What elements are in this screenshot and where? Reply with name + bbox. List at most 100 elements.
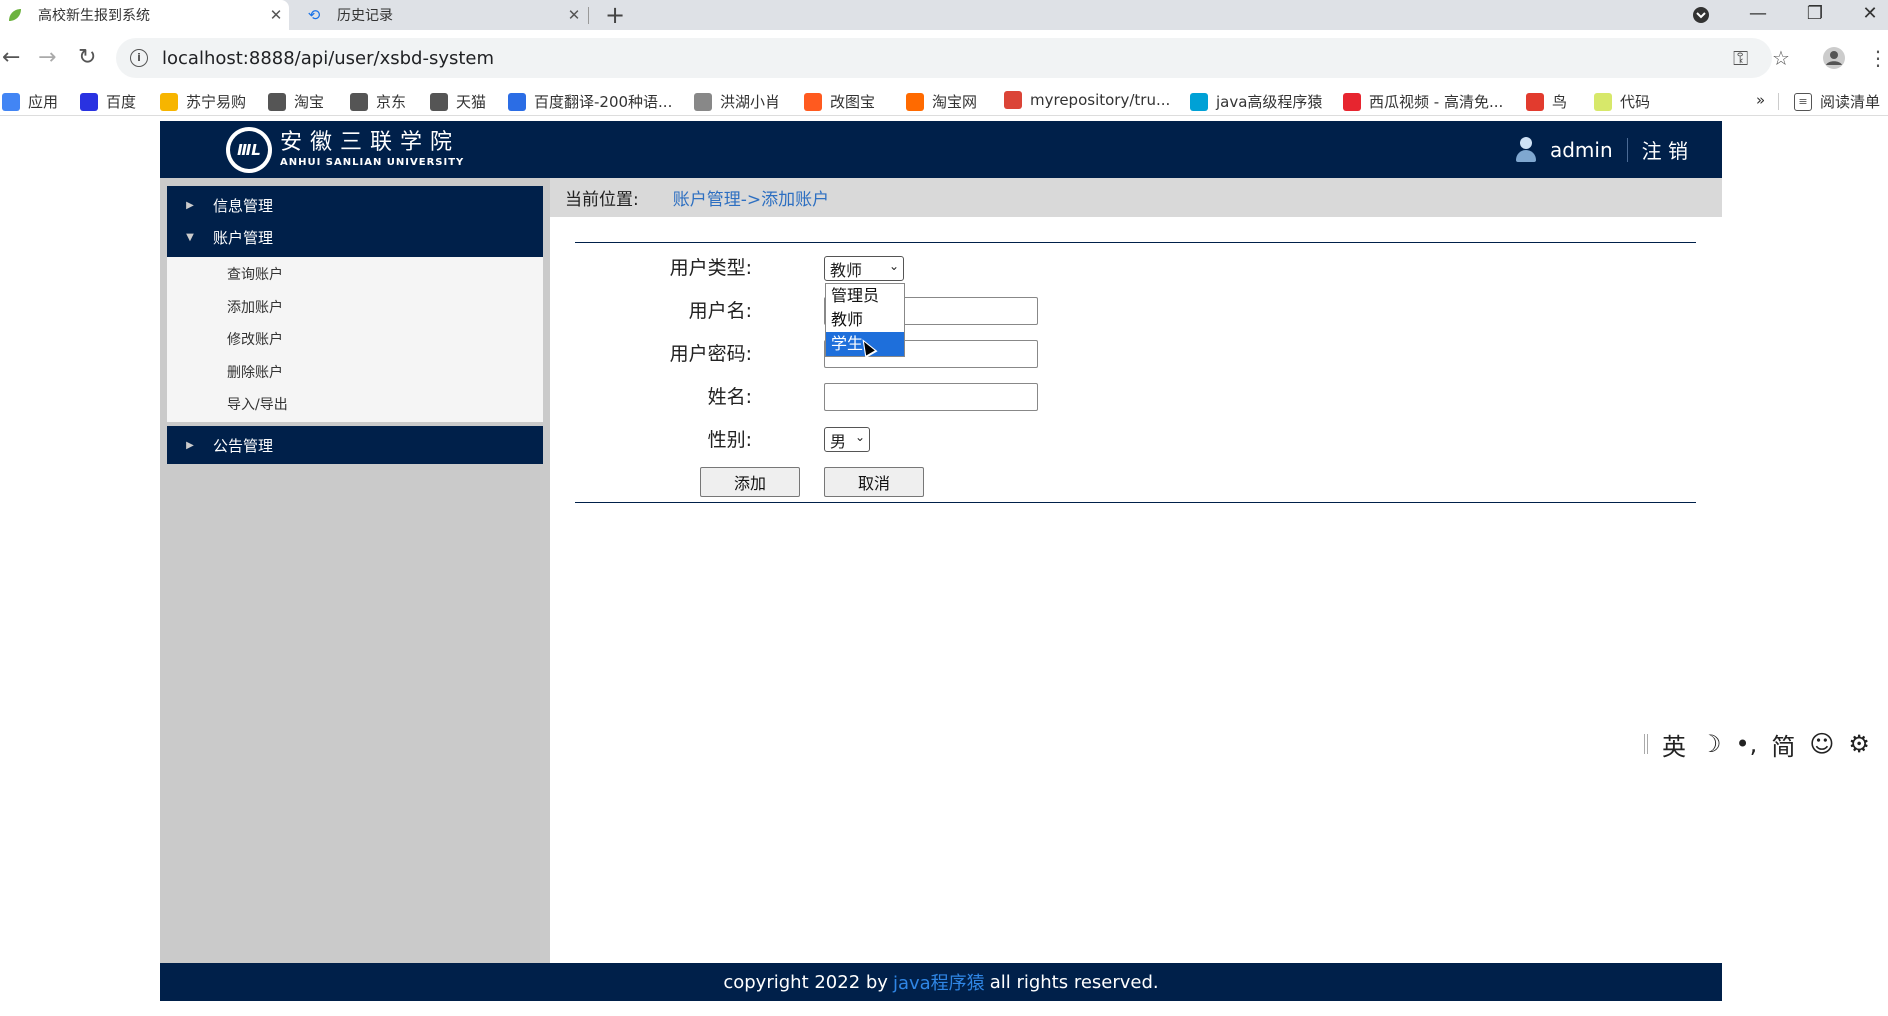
reading-list-button[interactable]: ≡ 阅读清单 (1794, 91, 1880, 112)
bookmark-label: 淘宝网 (932, 93, 978, 111)
sidebar-item-query-account[interactable]: 查询账户 (227, 264, 283, 284)
tab-title: 历史记录 (337, 8, 393, 24)
star-icon[interactable]: ☆ (1772, 44, 1790, 72)
logo-en-text: ANHUI SANLIAN UNIVERSITY (280, 157, 465, 168)
divider (1778, 93, 1779, 110)
bookmark-item[interactable]: 鸟 (1526, 91, 1567, 112)
user-type-select[interactable]: 教师 ⌄ (824, 256, 904, 281)
globe-icon (268, 92, 286, 111)
browser-toolbar: ← → ↻ i localhost:8888/api/user/xsbd-sys… (0, 30, 1888, 86)
minimize-icon[interactable]: — (1733, 0, 1783, 30)
bookmark-label: 淘宝 (294, 93, 325, 111)
emoji-icon[interactable]: ☺ (1809, 730, 1834, 758)
bookmark-item[interactable]: 改图宝 (804, 91, 875, 112)
code-icon (1594, 92, 1612, 111)
form-top-divider (575, 242, 1696, 243)
bookmarks-bar: 应用 百度 苏宁易购 淘宝 京东 天猫 百度翻译-200种语... 洪湖小肖 改图宝 淘宝网 myr… (0, 86, 1888, 116)
ime-lang-toggle[interactable]: 英 (1662, 727, 1686, 762)
site-info-icon[interactable]: i (130, 49, 148, 67)
bookmark-item[interactable]: 苏宁易购 (160, 91, 246, 112)
history-icon: ⟲ (307, 6, 321, 24)
gender-label: 性别: (707, 429, 752, 451)
breadcrumb-prefix: 当前位置: (565, 190, 639, 210)
forward-icon[interactable]: → (38, 44, 56, 72)
bookmark-label: 洪湖小肖 (720, 93, 781, 111)
back-icon[interactable]: ← (2, 44, 20, 72)
bookmark-label: 改图宝 (830, 93, 876, 111)
bookmark-item[interactable]: 百度翻译-200种语... (508, 91, 672, 112)
bookmark-item[interactable]: 天猫 (430, 91, 486, 112)
footer-suffix: all rights reserved. (989, 971, 1159, 993)
bilibili-icon (1190, 92, 1208, 111)
bookmark-label: 京东 (376, 93, 407, 111)
cancel-button[interactable]: 取消 (824, 467, 924, 497)
ime-simplified-toggle[interactable]: 简 (1771, 727, 1795, 762)
close-icon[interactable]: ✕ (561, 6, 587, 24)
reload-icon[interactable]: ↻ (78, 44, 96, 72)
footer-brand-link[interactable]: java程序猿 (893, 969, 985, 995)
option-teacher[interactable]: 教师 (826, 308, 904, 332)
bookmark-item[interactable]: 京东 (350, 91, 406, 112)
tab-search-icon[interactable] (1676, 0, 1726, 30)
bookmark-label: 应用 (28, 93, 59, 111)
bookmark-item[interactable]: 淘宝 (268, 91, 324, 112)
caret-right-icon: ▶ (186, 439, 194, 451)
sidebar-item-edit-account[interactable]: 修改账户 (227, 329, 283, 349)
account-submenu: 查询账户 添加账户 修改账户 删除账户 导入/导出 (167, 257, 543, 422)
sidebar-item-import-export[interactable]: 导入/导出 (227, 394, 288, 414)
main-content: 当前位置: 账户管理->添加账户 用户类型: 用户名: 用户密码: 姓名: 性别… (550, 178, 1722, 963)
bookmark-item[interactable]: 洪湖小肖 (694, 91, 780, 112)
username[interactable]: admin (1550, 138, 1613, 162)
tab-active[interactable]: 高校新生报到系统 ✕ (0, 0, 289, 30)
sidebar-group-label: 账户管理 (213, 229, 274, 247)
sidebar-item-add-account[interactable]: 添加账户 (227, 297, 283, 317)
gender-select[interactable]: 男 ⌄ (824, 427, 870, 452)
bookmarks-more-icon[interactable]: » (1756, 91, 1765, 109)
user-area: admin 注 销 (1515, 121, 1688, 178)
grip-icon[interactable] (1644, 734, 1648, 754)
add-button[interactable]: 添加 (700, 467, 800, 497)
bookmark-item[interactable]: java高级程序猿 (1190, 91, 1322, 112)
address-bar[interactable]: i localhost:8888/api/user/xsbd-system (116, 38, 1772, 78)
profile-icon[interactable] (1822, 44, 1846, 77)
breadcrumb-path[interactable]: 账户管理->添加账户 (673, 185, 829, 210)
logo-badge-icon: ⅢL (226, 127, 272, 173)
caret-down-icon: ▼ (186, 232, 194, 243)
gender-value: 男 (830, 431, 847, 451)
logout-link[interactable]: 注 销 (1642, 135, 1688, 164)
punctuation-icon[interactable]: •, (1736, 730, 1758, 758)
bookmark-item[interactable]: 应用 (2, 91, 58, 112)
key-icon[interactable]: ⚿ (1733, 44, 1748, 72)
globe-icon (430, 92, 448, 111)
reading-list-icon: ≡ (1794, 92, 1812, 111)
window-close-icon[interactable]: ✕ (1845, 0, 1888, 30)
site-container: ⅢL 安徽三联学院 ANHUI SANLIAN UNIVERSITY admin… (160, 121, 1722, 1001)
globe-icon (350, 92, 368, 111)
restore-icon[interactable]: ❐ (1790, 0, 1840, 30)
bookmark-label: 鸟 (1552, 93, 1568, 111)
bookmark-item[interactable]: 代码 (1594, 91, 1650, 112)
reading-list-label: 阅读清单 (1820, 93, 1881, 111)
bookmark-item[interactable]: 百度 (80, 91, 136, 112)
sidebar-group-account[interactable]: ▼ 账户管理 (167, 218, 543, 257)
form-bottom-divider (575, 502, 1696, 503)
new-tab-icon[interactable]: + (605, 1, 625, 29)
username-label: 用户名: (688, 300, 752, 322)
moon-icon[interactable]: ☽ (1700, 730, 1722, 758)
bookmark-item[interactable]: myrepository/tru... (1004, 91, 1170, 109)
sidebar-group-label: 公告管理 (213, 436, 274, 455)
option-admin[interactable]: 管理员 (826, 284, 904, 308)
bookmark-item[interactable]: 淘宝网 (906, 91, 977, 112)
gaitubao-icon (804, 92, 822, 111)
bookmark-item[interactable]: 西瓜视频 - 高清免... (1343, 91, 1503, 112)
sidebar-group-notice[interactable]: ▶ 公告管理 (167, 426, 543, 464)
name-field[interactable] (824, 383, 1038, 411)
tab-divider (588, 7, 589, 24)
user-type-value: 教师 (830, 260, 863, 280)
settings-gear-icon[interactable]: ⚙ (1848, 730, 1870, 758)
close-icon[interactable]: ✕ (263, 6, 289, 24)
menu-icon[interactable]: ⋮ (1868, 44, 1888, 72)
sidebar-item-delete-account[interactable]: 删除账户 (227, 362, 283, 382)
spring-leaf-icon (6, 6, 24, 24)
tab-history[interactable]: ⟲ 历史记录 ✕ (297, 0, 587, 30)
